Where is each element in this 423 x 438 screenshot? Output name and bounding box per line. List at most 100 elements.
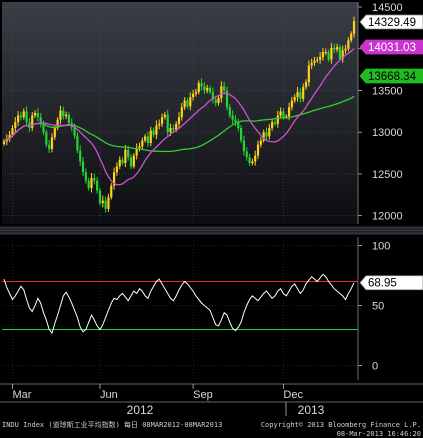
price-bar-body bbox=[344, 48, 347, 51]
price-bar-body bbox=[316, 59, 319, 61]
price-bar-body bbox=[79, 150, 82, 162]
price-bar-body bbox=[84, 172, 87, 181]
price-bar-body bbox=[282, 111, 285, 118]
price-bar-body bbox=[273, 122, 277, 124]
panel-separator bbox=[0, 226, 423, 235]
price-bar-body bbox=[14, 122, 17, 129]
x-axis-year-label: 2012 bbox=[127, 403, 154, 417]
price-bar-body bbox=[319, 57, 322, 60]
price-bar-body bbox=[101, 200, 104, 204]
price-bar-body bbox=[271, 122, 274, 129]
price-bar-body bbox=[93, 178, 96, 181]
price-bar-body bbox=[268, 128, 271, 137]
price-bar-body bbox=[217, 97, 220, 103]
price-bar-body bbox=[214, 99, 217, 103]
price-bar-body bbox=[11, 128, 14, 135]
price-bar-body bbox=[53, 128, 56, 138]
price-bar-body bbox=[197, 82, 200, 93]
price-axis-label: 12500 bbox=[372, 169, 403, 181]
x-axis-month-label: Sep bbox=[193, 389, 213, 401]
price-bar-body bbox=[98, 190, 102, 204]
price-bar-body bbox=[152, 130, 155, 135]
price-bar-body bbox=[324, 52, 327, 54]
price-bar-body bbox=[36, 113, 39, 118]
price-bar-body bbox=[118, 159, 121, 167]
price-bar-body bbox=[256, 144, 260, 156]
price-bar-body bbox=[335, 47, 339, 50]
price-axis-label: 13000 bbox=[372, 127, 403, 139]
price-bar-body bbox=[183, 100, 186, 108]
price-bar-body bbox=[265, 132, 268, 137]
price-bar-body bbox=[208, 87, 212, 93]
price-bar-body bbox=[132, 155, 135, 167]
price-bar-body bbox=[115, 166, 119, 173]
price-bar-body bbox=[302, 87, 305, 99]
price-bar-body bbox=[110, 185, 113, 198]
price-bar-body bbox=[129, 157, 133, 167]
price-bar-body bbox=[124, 149, 127, 164]
price-bar-body bbox=[25, 111, 28, 123]
price-bar-body bbox=[347, 40, 350, 49]
last-price-badge-text: 14329.49 bbox=[368, 17, 416, 29]
price-bar-body bbox=[251, 161, 254, 164]
price-bar-body bbox=[50, 137, 54, 149]
price-bar-body bbox=[17, 115, 20, 123]
price-bar-body bbox=[189, 97, 192, 107]
price-bar-body bbox=[48, 144, 51, 149]
price-bar-body bbox=[276, 115, 279, 124]
footer-security: INDU Index (道琼斯工业平均指数) 每日 08MAR2012-08MA… bbox=[2, 420, 222, 429]
ma-long-badge: 13668.34 bbox=[359, 68, 423, 84]
price-bar-body bbox=[149, 130, 152, 144]
price-bar-body bbox=[186, 100, 189, 107]
footer-copyright: Copyright© 2013 Bloomberg Finance L.P. bbox=[261, 421, 421, 429]
price-bar-body bbox=[107, 197, 110, 209]
price-bar-body bbox=[299, 92, 302, 99]
price-bar-body bbox=[259, 140, 262, 145]
price-bar-body bbox=[245, 151, 248, 158]
price-bar-body bbox=[307, 65, 310, 83]
price-bar-body bbox=[31, 115, 34, 129]
price-bar-body bbox=[352, 21, 356, 34]
rsi-badge-text: 68.95 bbox=[368, 278, 397, 290]
price-bar-body bbox=[96, 180, 99, 191]
price-bar-body bbox=[234, 119, 237, 123]
price-bar-body bbox=[155, 125, 158, 135]
price-bar-body bbox=[239, 128, 243, 141]
price-bar-body bbox=[304, 82, 308, 88]
price-bar-body bbox=[350, 33, 353, 41]
x-axis-month-label: Dec bbox=[283, 389, 303, 401]
price-bar-body bbox=[146, 136, 150, 144]
price-bar-body bbox=[231, 115, 234, 120]
price-bar-body bbox=[287, 107, 291, 117]
x-axis-month-label: Mar bbox=[12, 389, 31, 401]
price-bar-body bbox=[321, 52, 325, 58]
last-price-badge: 14329.49 bbox=[359, 14, 423, 30]
price-axis-label: 14500 bbox=[372, 2, 403, 14]
price-bar-body bbox=[172, 128, 175, 130]
x-axis-month-label: Jun bbox=[100, 389, 118, 401]
price-bar-body bbox=[169, 128, 172, 133]
rsi-axis-label: 0 bbox=[372, 361, 378, 373]
price-bar-body bbox=[228, 107, 231, 116]
price-bar-body bbox=[206, 87, 209, 91]
price-bar-body bbox=[59, 110, 62, 120]
price-bar-body bbox=[177, 117, 181, 124]
price-bar-body bbox=[67, 114, 71, 124]
price-bar-body bbox=[223, 86, 226, 91]
price-bar-body bbox=[62, 110, 65, 117]
chart-canvas: 14500140001350013000125001200014329.4914… bbox=[0, 0, 423, 438]
price-bar-body bbox=[310, 62, 313, 66]
price-bar-body bbox=[248, 157, 251, 164]
price-bar-body bbox=[33, 113, 37, 116]
price-bar-body bbox=[338, 47, 341, 59]
price-bar-body bbox=[90, 178, 93, 189]
footer-timestamp: 08-Mar-2013 16:46:20 bbox=[337, 430, 421, 438]
price-axis-label: 12000 bbox=[372, 211, 403, 223]
price-bar-body bbox=[104, 200, 107, 209]
rsi-axis-label: 100 bbox=[372, 240, 390, 252]
price-bar-body bbox=[76, 135, 79, 151]
price-bar-body bbox=[166, 114, 169, 133]
price-axis-label: 13500 bbox=[372, 85, 403, 97]
price-bar-body bbox=[313, 60, 316, 63]
x-axis-year-label: 2013 bbox=[298, 403, 325, 417]
